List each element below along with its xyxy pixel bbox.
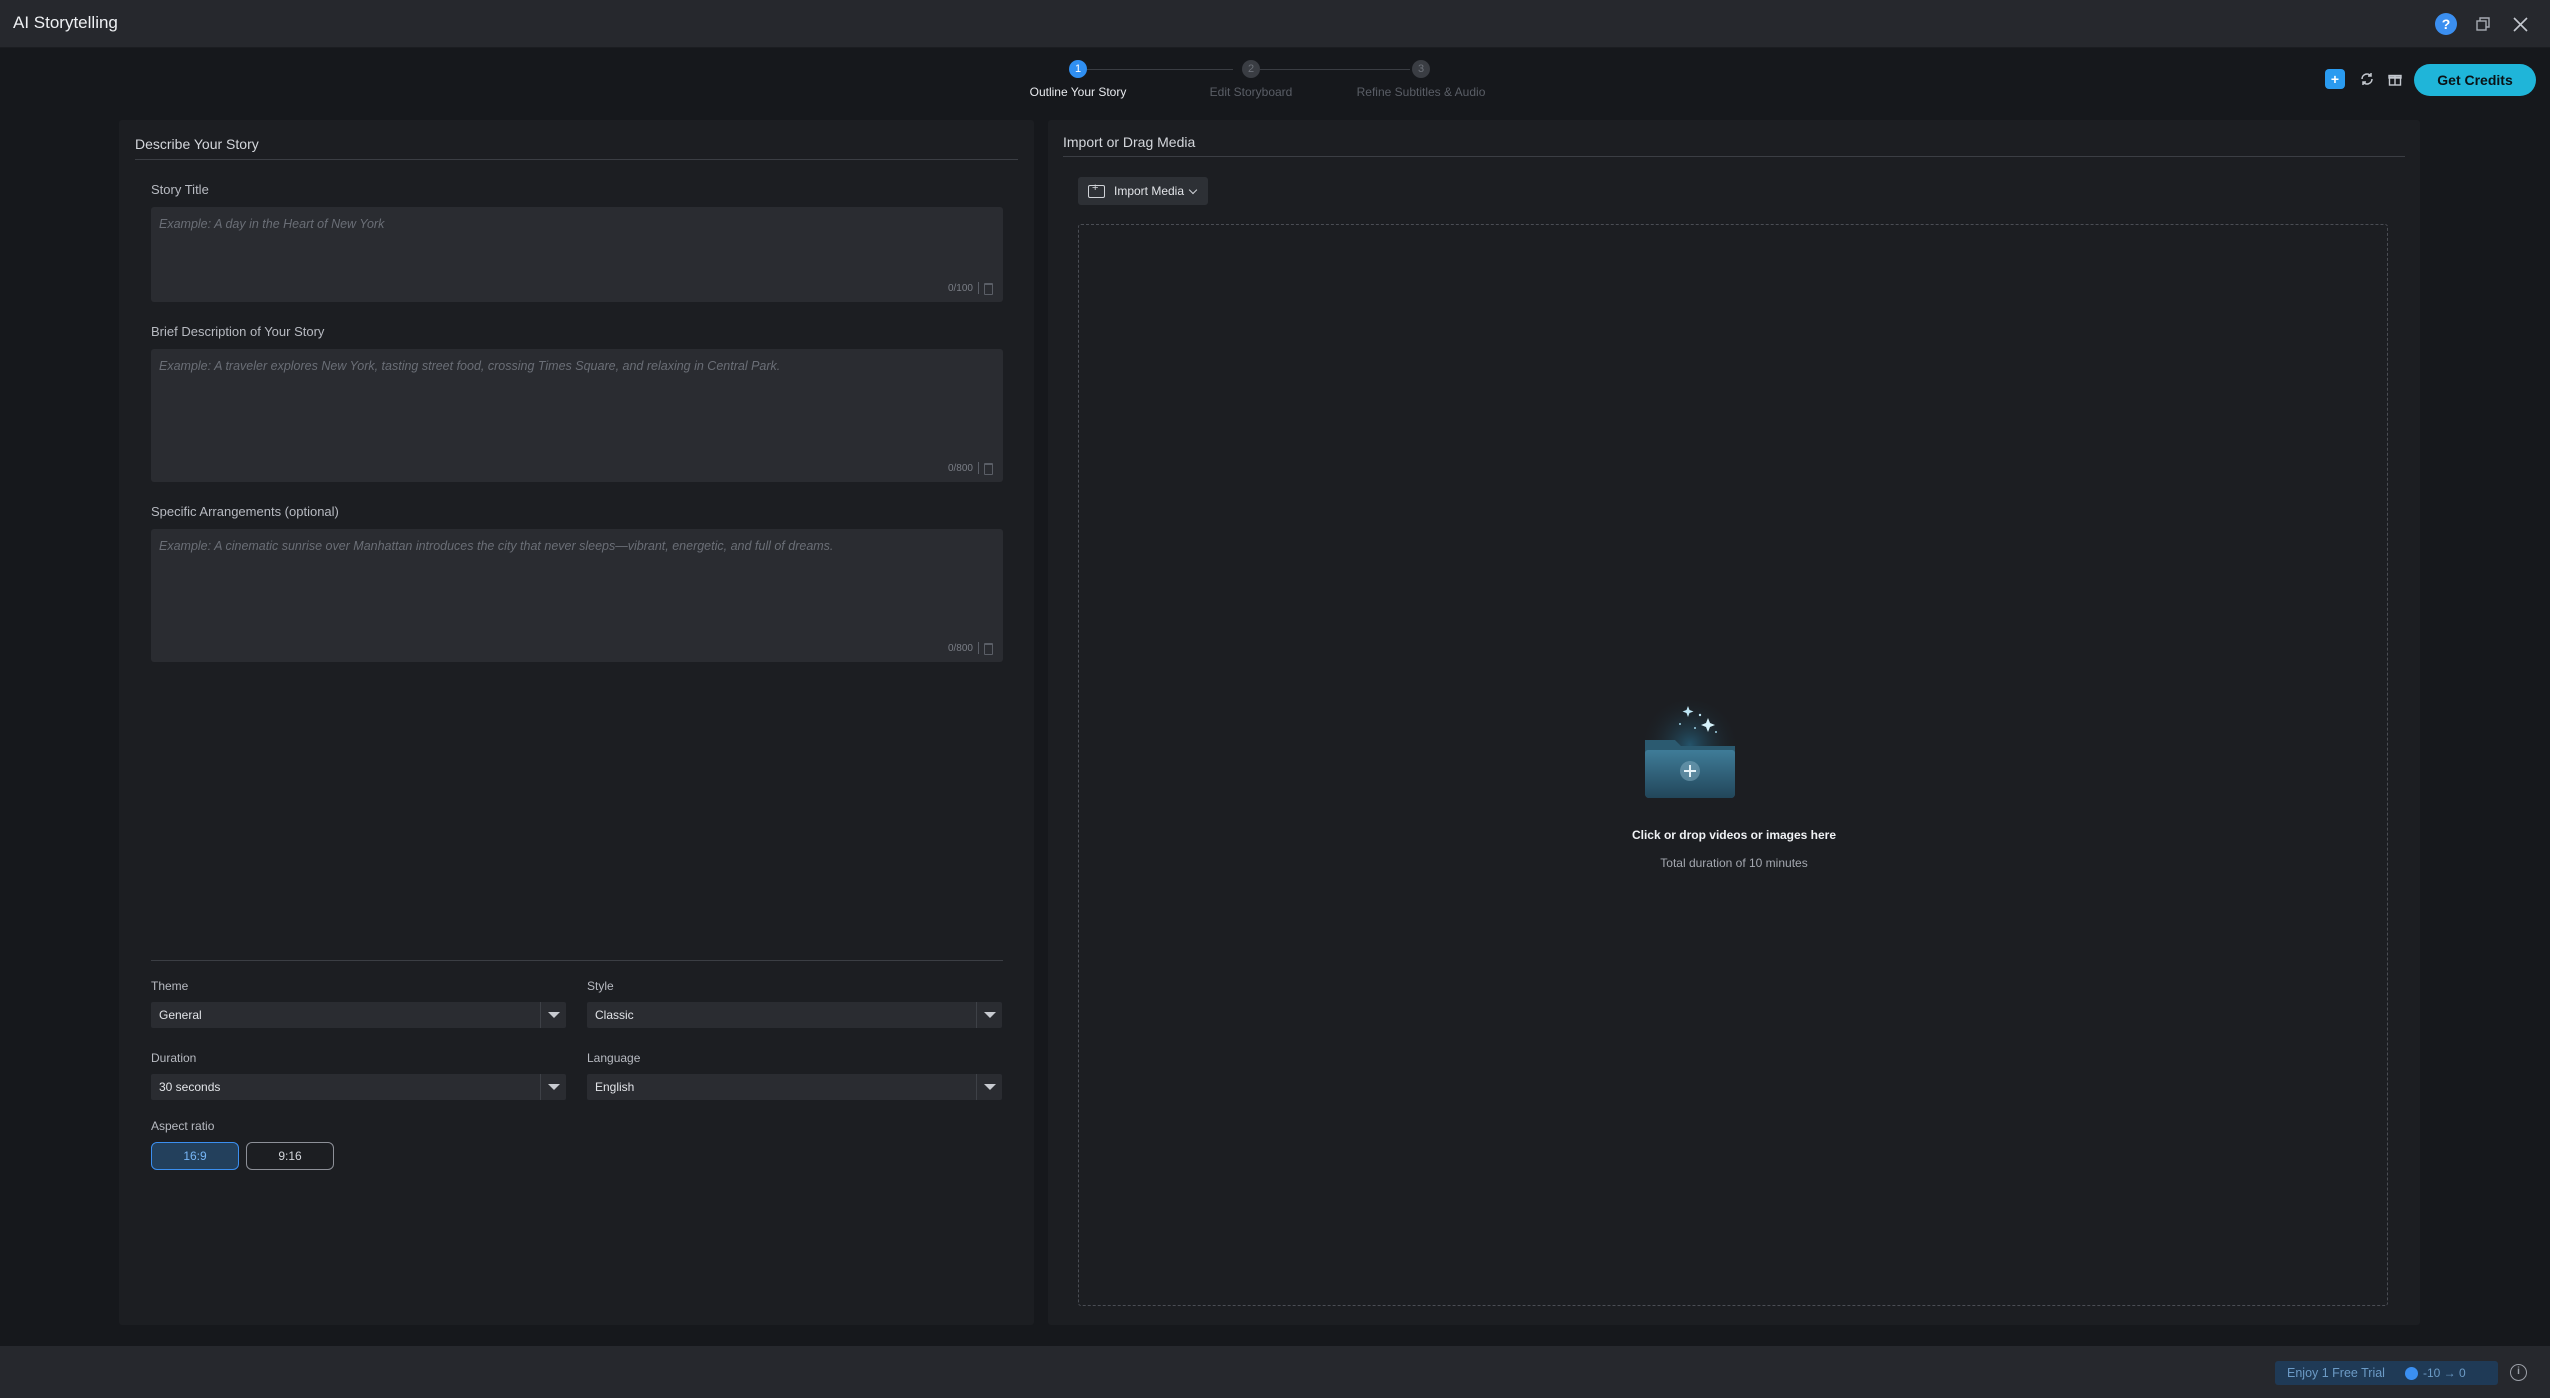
char-counter: 0/800 bbox=[947, 643, 973, 654]
style-label: Style bbox=[587, 979, 614, 993]
step-number: 3 bbox=[1412, 60, 1430, 78]
help-icon[interactable]: ? bbox=[2435, 13, 2457, 35]
char-counter: 0/800 bbox=[947, 463, 973, 474]
step-indicator: 1 Outline Your Story 2 Edit Storyboard 3… bbox=[0, 58, 2550, 102]
language-select[interactable]: English bbox=[587, 1074, 1002, 1100]
dropzone-title: Click or drop videos or images here bbox=[1631, 828, 1837, 842]
import-media-button[interactable]: Import Media bbox=[1078, 177, 1208, 205]
arrangements-input[interactable]: Example: A cinematic sunrise over Manhat… bbox=[151, 529, 1003, 662]
aspect-9-16-button[interactable]: 9:16 bbox=[246, 1142, 334, 1170]
aspect-ratio-label: Aspect ratio bbox=[151, 1119, 215, 1133]
aspect-16-9-button[interactable]: 16:9 bbox=[151, 1142, 239, 1170]
arrangements-label: Specific Arrangements (optional) bbox=[151, 504, 339, 519]
duration-select[interactable]: 30 seconds bbox=[151, 1074, 566, 1100]
footer-bar bbox=[0, 1346, 2550, 1398]
placeholder-text: Example: A traveler explores New York, t… bbox=[159, 359, 781, 373]
heading-divider bbox=[135, 159, 1018, 160]
placeholder-text: Example: A day in the Heart of New York bbox=[159, 217, 385, 231]
panel-title: Describe Your Story bbox=[135, 136, 259, 152]
story-title-input[interactable]: Example: A day in the Heart of New York … bbox=[151, 207, 1003, 302]
select-value: English bbox=[595, 1080, 635, 1094]
dropdown-arrow-icon[interactable] bbox=[540, 1074, 566, 1100]
title-bar: AI Storytelling ? bbox=[0, 0, 2550, 48]
step-number: 1 bbox=[1069, 60, 1087, 78]
description-label: Brief Description of Your Story bbox=[151, 324, 325, 339]
select-value: Classic bbox=[595, 1008, 634, 1022]
counter-separator bbox=[978, 282, 979, 294]
theme-select[interactable]: General bbox=[151, 1002, 566, 1028]
get-credits-button[interactable]: Get Credits bbox=[2414, 64, 2536, 96]
select-value: 30 seconds bbox=[159, 1080, 221, 1094]
close-icon[interactable] bbox=[2509, 13, 2531, 35]
step-label: Refine Subtitles & Audio bbox=[1356, 85, 1486, 99]
credit-coin-icon bbox=[2404, 1366, 2418, 1380]
step-number: 2 bbox=[1242, 60, 1260, 78]
dropdown-arrow-icon[interactable] bbox=[976, 1002, 1002, 1028]
language-label: Language bbox=[587, 1051, 641, 1065]
dropdown-arrow-icon[interactable] bbox=[540, 1002, 566, 1028]
dropzone-subtitle: Total duration of 10 minutes bbox=[1660, 856, 1808, 870]
select-value: General bbox=[159, 1008, 202, 1022]
step-label: Outline Your Story bbox=[1029, 85, 1127, 99]
theme-label: Theme bbox=[151, 979, 189, 993]
clear-icon[interactable] bbox=[984, 643, 993, 655]
step-refine-subtitles[interactable]: 3 Refine Subtitles & Audio bbox=[1321, 58, 1521, 99]
gift-icon[interactable] bbox=[2385, 69, 2405, 89]
ai-spark-icon[interactable]: + bbox=[2325, 69, 2345, 89]
sync-icon[interactable] bbox=[2357, 69, 2377, 89]
info-icon[interactable]: i bbox=[2510, 1364, 2527, 1381]
dropdown-arrow-icon[interactable] bbox=[976, 1074, 1002, 1100]
placeholder-text: Example: A cinematic sunrise over Manhat… bbox=[159, 539, 834, 553]
settings-divider bbox=[151, 960, 1003, 961]
heading-divider bbox=[1063, 156, 2405, 157]
clear-icon[interactable] bbox=[984, 463, 993, 475]
describe-story-panel: Describe Your Story Story Title Example:… bbox=[119, 120, 1034, 1325]
step-outline[interactable]: 1 Outline Your Story bbox=[978, 58, 1178, 99]
story-title-label: Story Title bbox=[151, 182, 209, 197]
counter-separator bbox=[978, 642, 979, 654]
panel-title: Import or Drag Media bbox=[1063, 134, 1196, 150]
chevron-down-icon bbox=[1188, 185, 1198, 194]
folder-add-icon bbox=[1088, 182, 1105, 198]
style-select[interactable]: Classic bbox=[587, 1002, 1002, 1028]
credit-change: -10 → 0 bbox=[2422, 1366, 2466, 1380]
restore-window-icon[interactable] bbox=[2472, 13, 2494, 35]
duration-label: Duration bbox=[151, 1051, 197, 1065]
clear-icon[interactable] bbox=[984, 283, 993, 295]
description-input[interactable]: Example: A traveler explores New York, t… bbox=[151, 349, 1003, 482]
import-media-label: Import Media bbox=[1114, 184, 1185, 198]
free-trial-text: Enjoy 1 Free Trial bbox=[2287, 1366, 2385, 1380]
char-counter: 0/100 bbox=[947, 283, 973, 294]
counter-separator bbox=[978, 462, 979, 474]
free-trial-badge[interactable]: Enjoy 1 Free Trial -10 → 0 bbox=[2275, 1361, 2498, 1385]
app-title: AI Storytelling bbox=[13, 13, 118, 32]
folder-illustration-icon[interactable] bbox=[1640, 690, 1740, 810]
